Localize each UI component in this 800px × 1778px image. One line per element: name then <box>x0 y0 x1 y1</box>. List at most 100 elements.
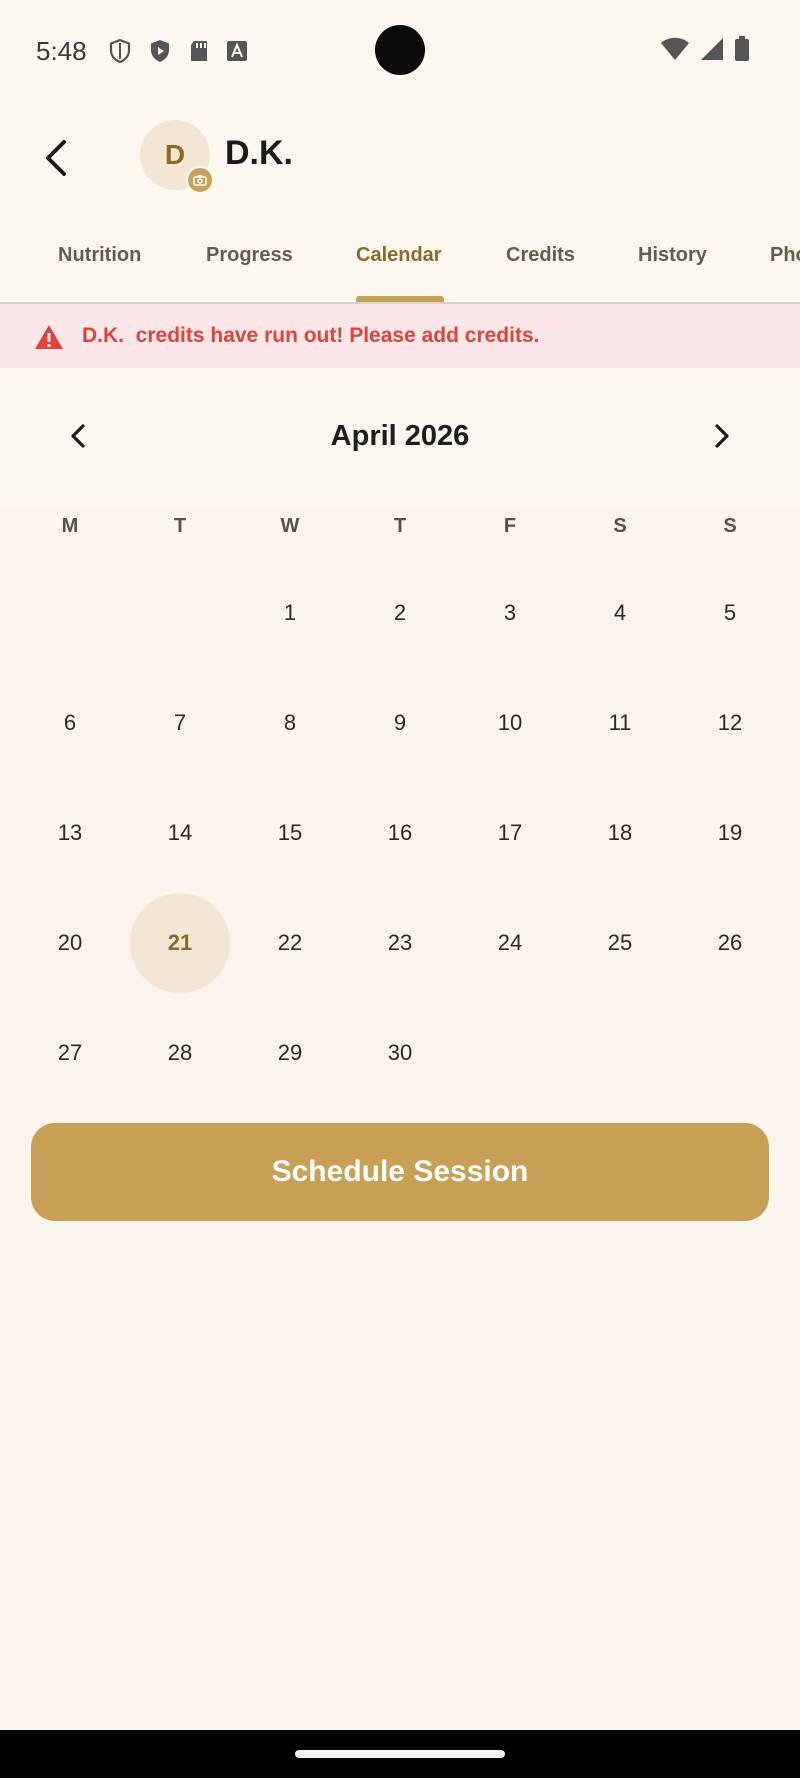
chevron-right-icon <box>712 422 732 455</box>
front-camera <box>375 25 425 75</box>
battery-icon <box>734 36 750 67</box>
status-icons-left <box>108 38 248 69</box>
day-number: 6 <box>63 710 77 735</box>
day-number: 18 <box>607 820 633 845</box>
calendar-day[interactable]: 24 <box>455 888 565 998</box>
shield-icon <box>108 38 132 69</box>
calendar-day[interactable]: 13 <box>15 778 125 888</box>
weekday-label: S <box>613 515 627 537</box>
back-arrow-icon <box>42 138 70 183</box>
weekday-label: F <box>503 515 517 537</box>
calendar-day[interactable]: 20 <box>15 888 125 998</box>
sd-card-icon <box>188 39 210 68</box>
day-number: 8 <box>283 710 297 735</box>
day-number: 1 <box>283 600 297 625</box>
calendar-day[interactable]: 2 <box>345 558 455 668</box>
calendar-day[interactable]: 29 <box>235 998 345 1108</box>
calendar-week-row: 27 28 29 30 <box>15 998 785 1108</box>
day-number: 13 <box>57 820 83 845</box>
calendar-empty-cell <box>125 558 235 668</box>
calendar-day[interactable]: 19 <box>675 778 785 888</box>
credits-alert-banner: D.K. credits have run out! Please add cr… <box>0 304 800 368</box>
day-number: 19 <box>717 820 743 845</box>
day-number: 22 <box>277 930 303 955</box>
day-number: 28 <box>167 1040 193 1065</box>
calendar-day[interactable]: 4 <box>565 558 675 668</box>
app-screen: 5:48 D D.K. Nutrition Progress Calendar … <box>0 0 800 1778</box>
font-a-icon <box>226 40 248 67</box>
status-bar: 5:48 <box>0 0 800 100</box>
calendar-day[interactable]: 5 <box>675 558 785 668</box>
calendar-day[interactable]: 18 <box>565 778 675 888</box>
calendar-day[interactable]: 8 <box>235 668 345 778</box>
calendar-grid: M T W T F S S 1 2 3 4 5 6 7 8 9 10 11 12 13 14 15 16 17 1… <box>15 508 785 1108</box>
day-number: 16 <box>387 820 413 845</box>
calendar-day[interactable]: 23 <box>345 888 455 998</box>
camera-icon[interactable] <box>186 166 214 194</box>
schedule-session-button[interactable]: Schedule Session <box>31 1123 769 1221</box>
calendar-day[interactable]: 7 <box>125 668 235 778</box>
warning-icon <box>34 324 64 355</box>
home-gesture-handle[interactable] <box>295 1750 505 1758</box>
next-month-button[interactable] <box>704 418 740 458</box>
day-number: 3 <box>503 600 517 625</box>
wifi-icon <box>660 37 690 66</box>
calendar-week-row: 6 7 8 9 10 11 12 <box>15 668 785 778</box>
day-number: 15 <box>277 820 303 845</box>
tab-credits[interactable]: Credits <box>506 244 575 267</box>
calendar-day[interactable]: 10 <box>455 668 565 778</box>
day-number: 10 <box>497 710 523 735</box>
calendar-day-selected[interactable]: 21 <box>125 888 235 998</box>
tab-photos[interactable]: Pho <box>770 244 800 267</box>
calendar-day[interactable]: 17 <box>455 778 565 888</box>
month-navigation: April 2026 <box>0 368 800 508</box>
calendar-empty-cell <box>15 558 125 668</box>
client-name: D.K. <box>225 134 293 172</box>
day-number: 5 <box>723 600 737 625</box>
calendar-day[interactable]: 28 <box>125 998 235 1108</box>
day-number: 20 <box>57 930 83 955</box>
calendar-day[interactable]: 1 <box>235 558 345 668</box>
calendar-day[interactable]: 27 <box>15 998 125 1108</box>
day-number: 25 <box>607 930 633 955</box>
active-tab-indicator <box>356 296 444 302</box>
calendar-empty-cell <box>455 998 565 1108</box>
day-number: 2 <box>393 600 407 625</box>
tab-bar: Nutrition Progress Calendar Credits Hist… <box>0 220 800 304</box>
weekday-label: S <box>723 515 737 537</box>
calendar-day[interactable]: 30 <box>345 998 455 1108</box>
day-number: 27 <box>57 1040 83 1065</box>
tab-history[interactable]: History <box>638 244 707 267</box>
day-number: 4 <box>613 600 627 625</box>
calendar-day[interactable]: 11 <box>565 668 675 778</box>
calendar-day[interactable]: 26 <box>675 888 785 998</box>
calendar-day[interactable]: 9 <box>345 668 455 778</box>
calendar-day[interactable]: 16 <box>345 778 455 888</box>
signal-icon <box>700 37 724 66</box>
calendar-week-row: 13 14 15 16 17 18 19 <box>15 778 785 888</box>
weekday-label: T <box>173 515 187 537</box>
calendar-day[interactable]: 25 <box>565 888 675 998</box>
status-time: 5:48 <box>36 36 87 66</box>
play-shield-icon <box>148 38 172 69</box>
tab-calendar[interactable]: Calendar <box>356 244 442 267</box>
weekday-label: W <box>280 515 300 537</box>
calendar-day[interactable]: 22 <box>235 888 345 998</box>
calendar-day[interactable]: 12 <box>675 668 785 778</box>
calendar-day[interactable]: 14 <box>125 778 235 888</box>
tab-progress[interactable]: Progress <box>206 244 293 267</box>
day-number: 7 <box>173 710 187 735</box>
status-icons-right <box>660 36 750 67</box>
day-number: 17 <box>497 820 523 845</box>
tab-nutrition[interactable]: Nutrition <box>58 244 141 267</box>
day-number: 23 <box>387 930 413 955</box>
calendar-day[interactable]: 3 <box>455 558 565 668</box>
client-header: D D.K. <box>0 100 800 220</box>
calendar-day[interactable]: 15 <box>235 778 345 888</box>
calendar-day[interactable]: 6 <box>15 668 125 778</box>
calendar-week-row: 1 2 3 4 5 <box>15 558 785 668</box>
back-button[interactable] <box>38 134 74 186</box>
weekday-label: M <box>61 515 79 537</box>
alert-message: D.K. credits have run out! Please add cr… <box>82 324 540 347</box>
system-navigation-bar <box>0 1730 800 1778</box>
